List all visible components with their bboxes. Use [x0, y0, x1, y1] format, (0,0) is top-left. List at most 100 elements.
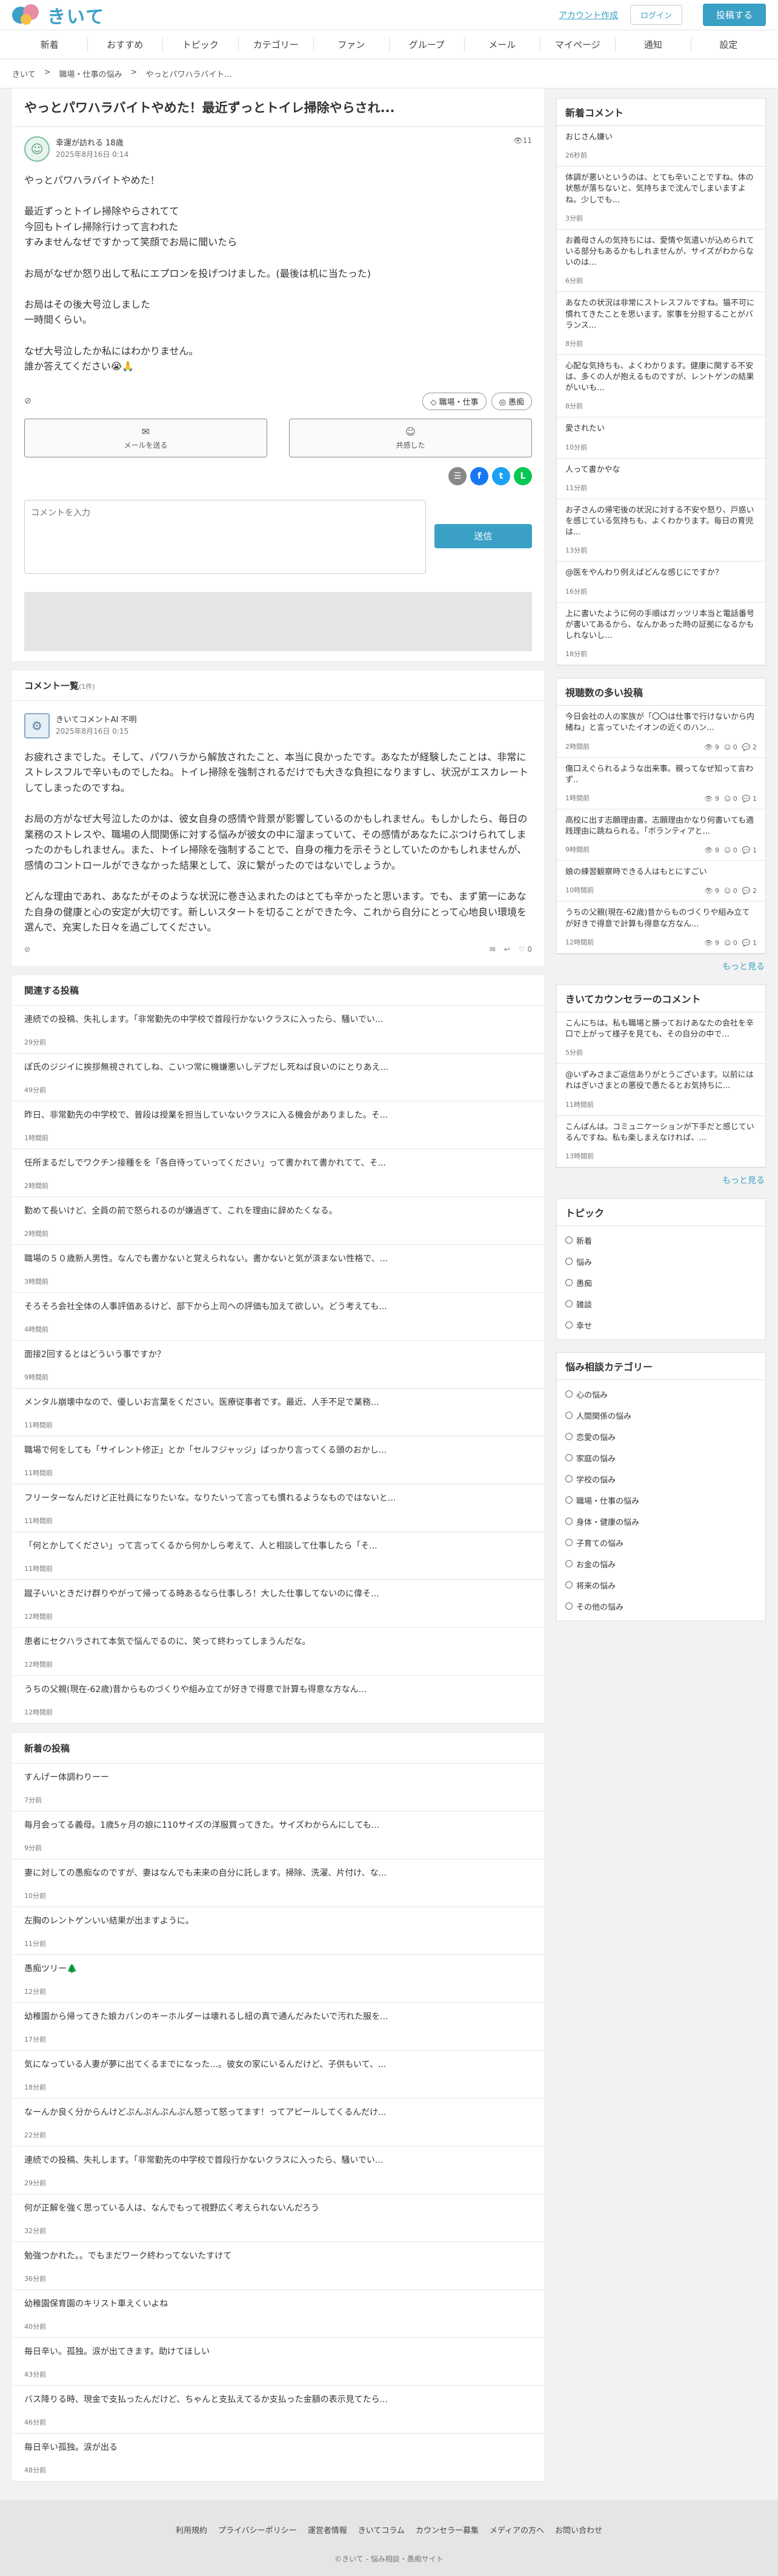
- logo[interactable]: きいて: [12, 2, 105, 28]
- category-item[interactable]: 人間関係の悩み: [557, 1405, 765, 1426]
- category-item[interactable]: 職場・仕事の悩み: [557, 1490, 765, 1511]
- send-button[interactable]: 送信: [434, 523, 532, 548]
- side-item[interactable]: 傷口えぐられるような出来事。親ってなぜ知って言わず.. 1時間前 👁 9 ☺ 0 💬 1: [557, 758, 765, 809]
- breadcrumb-item[interactable]: やっとパワハラバイト...: [145, 68, 231, 79]
- list-item[interactable]: そろそろ会社全体の人事評価あるけど、部下から上司への評価も加えて欲しい。どう考え…: [12, 1292, 544, 1341]
- line-icon[interactable]: L: [514, 466, 532, 485]
- list-item[interactable]: バス降りる時、現金で支払ったんだけど、ちゃんと支払えてるか支払った金額の表示見て…: [12, 2385, 544, 2434]
- list-item[interactable]: 昨日、非常勤先の中学校で、普段は授業を担当していないクラスに入る機会がありました…: [12, 1101, 544, 1149]
- side-item[interactable]: 心配な気持ちも、よくわかります。健康に関する不安は、多くの人が抱えるものですが、…: [557, 355, 765, 418]
- side-item[interactable]: あなたの状況は非常にストレスフルですね。猫不可に慣れてきたことを思います。家事を…: [557, 292, 765, 355]
- topic-item[interactable]: 雑談: [557, 1293, 765, 1315]
- list-item[interactable]: 毎日辛い。孤独。涙が出てきます。助けてほしい 43分前: [12, 2337, 544, 2386]
- empathy-button[interactable]: ☺ 共感した: [289, 418, 532, 457]
- side-item[interactable]: @いずみさまご返信ありがとうございます。以前にはれはぎいさまとの悪役で愚たるとお…: [557, 1064, 765, 1116]
- side-item[interactable]: 上に書いたように何の手順はガッツリ本当と電話番号が書いてあるから、なんかあった時…: [557, 603, 765, 666]
- author-name[interactable]: 幸運が訪れる: [56, 139, 103, 148]
- side-item[interactable]: 娘の練習観察時できる人はもとにすごい 10時間前 👁 9 ☺ 0 💬 2: [557, 861, 765, 902]
- side-item[interactable]: @医をやんわり例えばどんな感じにですか？ 16分前: [557, 562, 765, 603]
- category-item[interactable]: 恋愛の悩み: [557, 1426, 765, 1447]
- category-item[interactable]: 学校の悩み: [557, 1469, 765, 1490]
- list-item[interactable]: 「何とかしてください」って言ってくるから何かしら考えて、人と相談して仕事したら「…: [12, 1532, 544, 1580]
- side-item[interactable]: 今日会社の人の家族が「〇〇は仕事で行けないから内緒ね」と言っていたイオンの近くの…: [557, 706, 765, 758]
- breadcrumb-item[interactable]: 職場・仕事の悩み: [59, 68, 122, 79]
- list-item[interactable]: 連続での投稿、失礼します。「非常勤先の中学校で首段行かないクラスに入ったら、騒い…: [12, 1005, 544, 1054]
- nav-item[interactable]: カテゴリー: [239, 38, 314, 51]
- nav-item[interactable]: 通知: [616, 38, 691, 51]
- side-item[interactable]: こんばんは。コミュニケーションが下手だと感じているんですね。私も楽しまえなければ…: [557, 1116, 765, 1167]
- nav-item[interactable]: 新着: [12, 38, 88, 51]
- list-item[interactable]: ぽ氏のジジイに挨拶無視されてしね、こいつ常に機嫌悪いしデブだし死ねば良いのにとり…: [12, 1053, 544, 1101]
- twitter-share-icon[interactable]: t: [492, 466, 510, 485]
- topic-item[interactable]: 悩み: [557, 1251, 765, 1272]
- footer-link[interactable]: 利用規約: [176, 2524, 207, 2535]
- footer-link[interactable]: お問い合わせ: [555, 2524, 602, 2535]
- list-item[interactable]: 職場で何をしても「サイレント修正」とか「セルフジャッジ」ばっかり言ってくる頭のお…: [12, 1436, 544, 1484]
- side-item[interactable]: 高校に出す志願理由書。志願理由かなり何書いても適践理由に跳ねられる。「ボランティ…: [557, 809, 765, 861]
- side-item[interactable]: 愛されたい 10分前: [557, 417, 765, 459]
- list-item[interactable]: 勤めて長いけど、全員の前で怒られるのが嫌過ぎて、これを理由に辞めたくなる。 2時間…: [12, 1197, 544, 1245]
- category-item[interactable]: お金の悩み: [557, 1553, 765, 1575]
- like-button[interactable]: ♡ 0: [519, 945, 532, 954]
- ai-avatar[interactable]: ⚙: [24, 712, 50, 739]
- list-item[interactable]: 毎日辛い孤独。涙が出る 48分前: [12, 2433, 544, 2481]
- send-mail-button[interactable]: ✉ メールを送る: [24, 418, 267, 457]
- list-item[interactable]: 任所まるだしでワクチン接種をを「各自待っていってください」って書かれて書かれてて…: [12, 1149, 544, 1197]
- footer-link[interactable]: きいてコラム: [358, 2524, 405, 2535]
- nav-item[interactable]: マイページ: [540, 38, 616, 51]
- list-item[interactable]: 連続での投稿、失礼します。「非常勤先の中学校で首段行かないクラスに入ったら、騒い…: [12, 2146, 544, 2194]
- list-item[interactable]: 何が正解を強く思っている人は、なんでもって視野広く考えられないんだろう 32分前: [12, 2194, 544, 2242]
- report-icon[interactable]: ⊘: [24, 945, 30, 954]
- side-item[interactable]: うちの父親(現在-62歳)昔からものづくりや組み立てが好きで得意で計算も得意な方…: [557, 901, 765, 954]
- category-item[interactable]: 心の悩み: [557, 1384, 765, 1405]
- nav-item[interactable]: グループ: [390, 38, 465, 51]
- side-item[interactable]: おじさん嫌い 26秒前: [557, 126, 765, 167]
- list-item[interactable]: 左胸のレントゲンいい結果が出ますように。 11分前: [12, 1907, 544, 1955]
- list-item[interactable]: 幼稚園保育園のキリスト車えくいよね 40分前: [12, 2289, 544, 2338]
- mail-icon[interactable]: ✉: [490, 945, 496, 954]
- list-item[interactable]: すんげー体調わりーー 7分前: [12, 1763, 544, 1811]
- list-item[interactable]: 職場の５０歳新人男性。なんでも書かないと覚えられない。書かないと気が済まない性格…: [12, 1244, 544, 1293]
- nav-item[interactable]: 設定: [691, 38, 766, 51]
- breadcrumb-item[interactable]: きいて: [12, 68, 36, 79]
- list-item[interactable]: うちの父親(現在-62歳)昔からものづくりや組み立てが好きで得意で計算も得意な方…: [12, 1675, 544, 1724]
- nav-item[interactable]: トピック: [163, 38, 239, 51]
- footer-link[interactable]: 運営者情報: [308, 2524, 347, 2535]
- list-item[interactable]: 妻に対しての愚痴なのですが、妻はなんでも未来の自分に託します。掃除、洗濯、片付け…: [12, 1859, 544, 1907]
- list-item[interactable]: 幼稚園から帰ってきた娘カバンのキーホルダーは壊れるし紐の真で通んだみたいで汚れた…: [12, 2002, 544, 2051]
- line-share-icon[interactable]: ☰: [448, 466, 467, 485]
- list-item[interactable]: 愚痴ツリー🌲 12分前: [12, 1954, 544, 2003]
- category-item[interactable]: 子育ての悩み: [557, 1532, 765, 1553]
- topic-item[interactable]: 新着: [557, 1230, 765, 1251]
- category-item[interactable]: 家庭の悩み: [557, 1447, 765, 1469]
- side-item[interactable]: こんにちは。私も職場と勝っておけあなたの会社を辛口で上がって様子を見ても、その自…: [557, 1012, 765, 1064]
- counselor-more-link[interactable]: もっと見る: [556, 1170, 766, 1198]
- nav-item[interactable]: メール: [465, 38, 540, 51]
- comment-author[interactable]: きいてコメントAI: [56, 715, 118, 725]
- side-item[interactable]: 人って書かやな 11分前: [557, 459, 765, 499]
- category-item[interactable]: その他の悩み: [557, 1596, 765, 1617]
- side-item[interactable]: 体調が悪いというのは、とても辛いことですね。体の状態が落ちないと、気持ちまで沈ん…: [557, 167, 765, 230]
- facebook-share-icon[interactable]: f: [470, 466, 488, 485]
- list-item[interactable]: 気になっている人妻が夢に出てくるまでになった...。彼女の家にいるんだけど、子供…: [12, 2050, 544, 2099]
- list-item[interactable]: 勉強つかれた。。でもまだワーク終わってないたすけて 36分前: [12, 2242, 544, 2290]
- topic-item[interactable]: 幸せ: [557, 1315, 765, 1336]
- login-button[interactable]: ログイン: [630, 5, 682, 25]
- comment-input[interactable]: [24, 499, 426, 574]
- report-icon[interactable]: ⊘: [24, 396, 32, 406]
- nav-item[interactable]: ファン: [314, 38, 390, 51]
- category-item[interactable]: 身体・健康の悩み: [557, 1511, 765, 1532]
- side-item[interactable]: お子さんの帰宅後の状況に対する不安や怒り、戸惑いを感じている気持ちも、よくわかり…: [557, 499, 765, 562]
- viewed-more-link[interactable]: もっと見る: [556, 957, 766, 984]
- list-item[interactable]: 患者にセクハラされて本気で悩んでるのに、笑って終わってしまうんだな。 12時間前: [12, 1627, 544, 1676]
- nav-item[interactable]: おすすめ: [88, 38, 163, 51]
- topic-item[interactable]: 愚痴: [557, 1272, 765, 1293]
- list-item[interactable]: 毎月会ってる義母。1歳5ヶ月の娘に110サイズの洋服買ってきた。サイズわからんに…: [12, 1811, 544, 1859]
- category-item[interactable]: 将来の悩み: [557, 1575, 765, 1596]
- tag-job[interactable]: ◇ 職場・仕事: [422, 392, 487, 410]
- avatar[interactable]: ☺: [24, 136, 50, 162]
- side-item[interactable]: お義母さんの気持ちには、愛情や気遣いが込められている部分もあるかもしれませんが、…: [557, 230, 765, 293]
- post-button[interactable]: 投稿する: [702, 4, 766, 26]
- list-item[interactable]: 面接2回するとはどういう事ですか？ 9時間前: [12, 1340, 544, 1389]
- list-item[interactable]: メンタル崩壊中なので、優しいお言葉をください。医療従事者です。最近、人手不足で業…: [12, 1388, 544, 1436]
